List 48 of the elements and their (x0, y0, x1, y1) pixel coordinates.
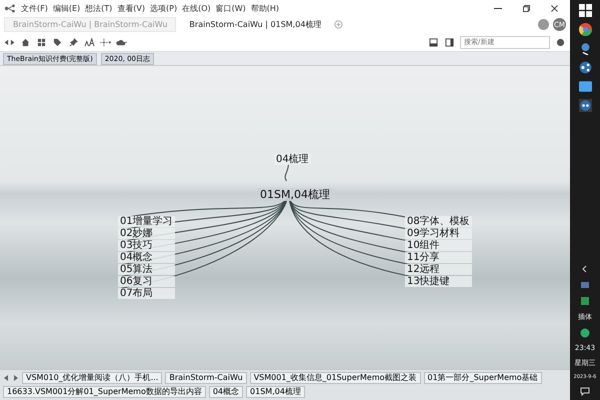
folder-icon[interactable] (578, 80, 592, 93)
child-thought[interactable]: 13快捷键 (405, 276, 472, 287)
browser-icon[interactable] (578, 23, 592, 36)
child-thought[interactable]: 12远程 (405, 264, 472, 275)
home-icon[interactable] (20, 38, 31, 46)
menu-item[interactable]: 在线(O) (182, 2, 211, 14)
parent-thought[interactable]: 04梳理 (274, 154, 311, 165)
user-avatar-icon[interactable] (538, 19, 549, 30)
grid-icon[interactable] (36, 38, 47, 46)
taskbar-item[interactable]: 01SM,04梳理 (246, 386, 305, 398)
scroll-arrows-icon[interactable] (3, 374, 19, 382)
child-thought[interactable]: 01增量学习 (118, 216, 175, 227)
tag-icon[interactable] (52, 38, 63, 46)
active-thought[interactable]: 01SM,04梳理 (258, 188, 332, 201)
side-panel-icon[interactable] (444, 38, 455, 46)
pin-icon[interactable] (68, 38, 79, 46)
child-thought[interactable]: 05算法 (118, 264, 175, 275)
restore-icon[interactable] (523, 4, 530, 12)
child-thought[interactable]: 11分享 (405, 252, 472, 263)
menu-item[interactable]: 选项(P) (150, 2, 178, 14)
menu-item[interactable]: 窗口(W) (216, 2, 246, 14)
layout-icon[interactable] (100, 38, 111, 46)
bottom-panel-icon[interactable] (428, 38, 439, 46)
back-forward-icon[interactable] (4, 38, 15, 46)
child-thought[interactable]: 02妙娜 (118, 228, 175, 239)
child-thought[interactable]: 08字体、模板 (405, 216, 472, 227)
child-thought[interactable]: 07布局 (118, 288, 175, 299)
child-thought[interactable]: 03技巧 (118, 240, 175, 251)
taskbar-item[interactable]: VSM010_优化增量阅读（八）手机... (22, 372, 162, 384)
close-icon[interactable] (551, 4, 558, 12)
menu-item[interactable]: 编辑(E) (52, 2, 80, 14)
taskbar-item[interactable]: VSM001_收集信息_01SuperMemo截图之装 (250, 372, 421, 384)
taskbar-item[interactable]: 16633.VSM001分解01_SuperMemo数据的导出内容 (3, 386, 206, 398)
child-thought[interactable]: 06复习 (118, 276, 175, 287)
taskbar-item[interactable]: 01第一部分_SuperMemo基础 (424, 372, 542, 384)
menu-item[interactable]: 帮助(H) (250, 2, 280, 14)
menu-item[interactable]: 文件(F) (21, 2, 48, 14)
child-thought[interactable]: 04概念 (118, 252, 175, 263)
taskbar-item[interactable]: BrainStorm-CaiWu (165, 372, 247, 384)
cloud-icon[interactable] (116, 38, 127, 46)
notification-icon[interactable] (580, 386, 590, 396)
child-thought[interactable]: 10组件 (405, 240, 472, 251)
font-size-icon[interactable] (84, 38, 95, 46)
windows-start-icon[interactable] (578, 4, 592, 17)
taskbar-item[interactable]: 04概念 (208, 386, 244, 398)
child-thought[interactable]: 09学习材料 (405, 228, 472, 239)
menu-item[interactable]: 查看(V) (117, 2, 145, 14)
menu-item[interactable]: 想法(T) (85, 2, 112, 14)
